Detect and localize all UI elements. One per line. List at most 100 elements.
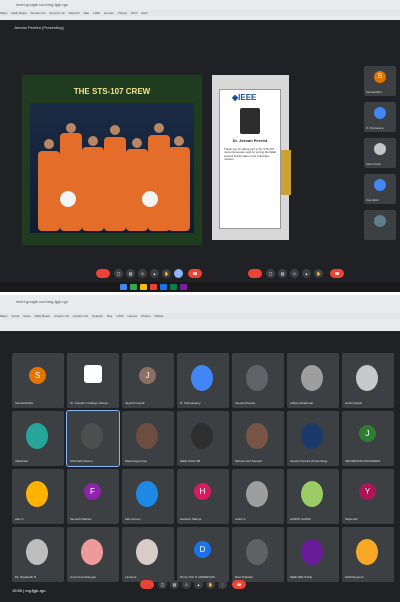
top-meet-controls: ▢ ▤ ☺ ▴ ✋ ⋮ ☎ ▢ ▤ ☺ ▴ ✋ ☎: [96, 268, 366, 280]
leave-call-button-3[interactable]: ☎: [232, 580, 246, 589]
more-options-button[interactable]: ⋮: [174, 269, 183, 278]
participant-tile[interactable]: Alex Antony: [122, 469, 174, 524]
participant-tile[interactable]: F Tanushri Mohan: [67, 469, 119, 524]
participant-tile[interactable]: Shrenidhi Menon: [66, 410, 120, 467]
side-participant-tile[interactable]: Sree lahari: [364, 174, 396, 204]
captions-button-3[interactable]: ▤: [170, 580, 179, 589]
leave-call-button-2[interactable]: ☎: [330, 269, 344, 278]
present-button-2[interactable]: ▴: [302, 269, 311, 278]
participant-tile[interactable]: ALEX A: [232, 469, 284, 524]
captions-button[interactable]: ▤: [126, 269, 135, 278]
bookmark-item[interactable]: LIMS: [116, 314, 123, 318]
leave-call-button[interactable]: ☎: [188, 269, 202, 278]
participant-tile[interactable]: Shanmuga priya: [122, 411, 174, 466]
participant-name: Mohammed Sameer: [235, 459, 263, 463]
top-taskbar: [0, 282, 400, 292]
participant-tile[interactable]: Ravi Prakash: [232, 527, 284, 582]
bookmark-item[interactable]: Maps: [0, 11, 7, 15]
taskbar-app-icon[interactable]: [130, 284, 137, 290]
taskbar-app-icon[interactable]: [180, 284, 187, 290]
bookmark-item[interactable]: Amazon.10: [73, 314, 88, 318]
mic-button-2[interactable]: [248, 269, 262, 278]
taskbar-app-icon[interactable]: [150, 284, 157, 290]
participant-tile[interactable]: Harini Gopal: [342, 353, 394, 408]
participant-tile[interactable]: St. Joseph's College of Engi...: [67, 353, 119, 408]
participant-tile[interactable]: Mr. Sivakanth R: [12, 527, 64, 582]
taskbar-app-icon[interactable]: [120, 284, 127, 290]
raise-hand-button-3[interactable]: ✋: [206, 580, 215, 589]
bookmark-item[interactable]: Amazon.IN: [54, 314, 69, 318]
bookmark-item[interactable]: Amazon.10: [49, 11, 64, 15]
participant-tile[interactable]: J JEFFERSON PACHAIRAJ: [342, 411, 394, 466]
participant-tile[interactable]: IEEE SJCE SB: [177, 411, 229, 466]
bookmark-item[interactable]: LIMS: [93, 11, 100, 15]
mic-button[interactable]: [96, 269, 110, 278]
emoji-button[interactable]: ☺: [138, 269, 147, 278]
bookmark-item[interactable]: Network: [69, 11, 80, 15]
more-options-button-3[interactable]: ⋮: [218, 580, 227, 589]
taskbar-app-icon[interactable]: [170, 284, 177, 290]
participant-tile[interactable]: IEEE WIE SJCE: [287, 527, 339, 582]
shared-slide: THE STS-107 CREW: [22, 75, 202, 245]
participant-tile[interactable]: Uma Uma Murugan: [67, 527, 119, 582]
side-participant-tile[interactable]: R. Chinnasamy: [364, 102, 396, 132]
side-participant-tile[interactable]: Harini Gopal: [364, 138, 396, 168]
participant-tile[interactable]: Lavanya: [122, 527, 174, 582]
bookmark-item[interactable]: Photos: [118, 11, 127, 15]
emoji-button-3[interactable]: ☺: [182, 580, 191, 589]
participant-name: R. Chinnasamy: [180, 401, 201, 405]
side-participant-tile[interactable]: S Sai Harshitha: [364, 66, 396, 96]
bookmark-item[interactable]: Daily Beast: [35, 314, 50, 318]
speaker-photo: [240, 108, 260, 134]
camera-button-3[interactable]: ▢: [158, 580, 167, 589]
side-participant-tile[interactable]: [364, 210, 396, 240]
bookmark-item[interactable]: Heroes: [104, 11, 114, 15]
bookmark-item[interactable]: NCC: [131, 11, 138, 15]
bookmark-item[interactable]: News: [23, 314, 31, 318]
participant-name: Aditya Sivakumar: [290, 401, 314, 405]
taskbar-app-icon[interactable]: [140, 284, 147, 290]
participant-tile[interactable]: J Jayanth Gopal: [122, 353, 174, 408]
participant-video: [136, 539, 158, 565]
bookmark-item[interactable]: Rae: [84, 11, 90, 15]
participant-tile[interactable]: Y Sejal shin: [342, 469, 394, 524]
bookmark-item[interactable]: Gmail: [11, 314, 19, 318]
participant-tile[interactable]: D Dhruv Shri N ANDERSON: [177, 527, 229, 582]
raise-hand-button-2[interactable]: ✋: [314, 269, 323, 278]
participant-tile[interactable]: Alex A: [12, 469, 64, 524]
participant-name: Jeevan Pereira: [235, 401, 256, 405]
participant-tile[interactable]: Jeevan Pereira: [232, 353, 284, 408]
participant-tile[interactable]: H Harshini Sathya: [177, 469, 229, 524]
bookmark-item[interactable]: Rae: [107, 314, 113, 318]
avatar: S: [374, 71, 386, 83]
mic-button-3[interactable]: [140, 580, 154, 589]
bookmark-item[interactable]: Amazon.IN: [31, 11, 46, 15]
emoji-button-2[interactable]: ☺: [290, 269, 299, 278]
participant-tile[interactable]: Mohammed Sameer: [232, 411, 284, 466]
bookmark-item[interactable]: Heroes: [127, 314, 137, 318]
camera-button[interactable]: ▢: [114, 269, 123, 278]
participant-tile[interactable]: Vaishnavi: [12, 411, 64, 466]
present-button-3[interactable]: ▴: [194, 580, 203, 589]
captions-button-2[interactable]: ▤: [278, 269, 287, 278]
participant-tile[interactable]: Aditya Sivakumar: [287, 353, 339, 408]
participant-tile[interactable]: Karthikeyan E: [342, 527, 394, 582]
top-address-bar[interactable]: meet.google.com/mg-fjgk-rgo: [16, 2, 176, 8]
bookmark-item[interactable]: Mobile: [154, 314, 163, 318]
participant-tile[interactable]: Jeevan Pereira (Presenting): [287, 411, 339, 466]
camera-button-2[interactable]: ▢: [266, 269, 275, 278]
present-button[interactable]: ▴: [150, 269, 159, 278]
participant-tile[interactable]: S Sai Harshitha: [12, 353, 64, 408]
bookmark-item[interactable]: Photos: [141, 314, 150, 318]
bookmark-item[interactable]: ELD: [142, 11, 148, 15]
taskbar-app-icon[interactable]: [160, 284, 167, 290]
participant-tile[interactable]: R. Chinnasamy: [177, 353, 229, 408]
raise-hand-button[interactable]: ✋: [162, 269, 171, 278]
bookmark-item[interactable]: Network: [92, 314, 103, 318]
avatar: [374, 143, 386, 155]
bookmark-item[interactable]: Daily Beast: [11, 11, 26, 15]
participant-tile[interactable]: HARINI GOPAL: [287, 469, 339, 524]
bookmark-item[interactable]: Maps: [0, 314, 7, 318]
bottom-address-bar[interactable]: meet.google.com/mg-fjgk-rgo: [16, 299, 176, 305]
participant-initial-avatar: J: [359, 425, 376, 442]
